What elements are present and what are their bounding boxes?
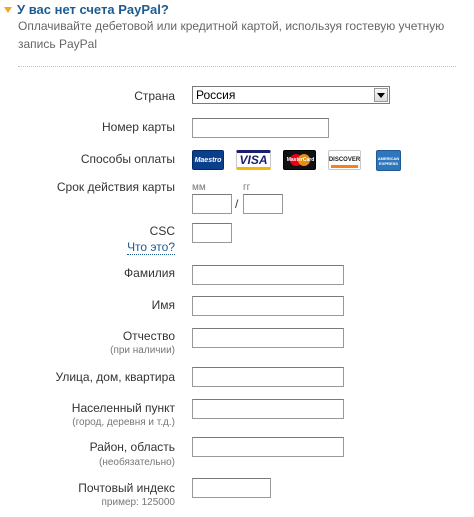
maestro-card-icon: Maestro (192, 150, 224, 170)
triangle-down-icon (4, 6, 12, 13)
month-hint: мм (192, 182, 206, 193)
payment-methods-label: Способы оплаты (80, 152, 175, 166)
expiry-month-input[interactable] (192, 194, 232, 214)
last-name-label: Фамилия (124, 266, 175, 280)
region-input[interactable] (192, 437, 344, 457)
section-description: Оплачивайте дебетовой или кредитной карт… (18, 19, 445, 51)
country-label: Страна (134, 89, 175, 103)
country-value: Россия (196, 88, 236, 102)
postal-code-hint: пример: 125000 (101, 497, 176, 508)
street-input[interactable] (192, 367, 344, 387)
middle-name-input[interactable] (192, 328, 344, 348)
visa-card-icon: VISA (236, 150, 271, 170)
first-name-input[interactable] (192, 296, 344, 316)
csc-help-link[interactable]: Что это? (127, 240, 175, 255)
amex-card-icon: AMERICAN EXPRESS (376, 150, 401, 171)
guest-checkout-header: У вас нет счета PayPal? (4, 0, 169, 18)
postal-code-label: Почтовый индекс (78, 481, 175, 495)
middle-name-hint: (при наличии) (110, 345, 175, 356)
csc-help-wrap: Что это? (127, 240, 175, 255)
street-label: Улица, дом, квартира (55, 370, 175, 384)
city-label: Населенный пункт (71, 401, 175, 415)
dropdown-button[interactable] (374, 88, 388, 102)
section-title: У вас нет счета PayPal? (17, 1, 169, 17)
csc-label: CSC (149, 224, 175, 238)
year-hint: гг (243, 182, 251, 193)
expiry-label: Срок действия карты (56, 180, 175, 194)
postal-code-input[interactable] (192, 478, 271, 498)
card-number-label: Номер карты (102, 120, 175, 134)
discover-stripe (331, 165, 358, 168)
expiry-year-input[interactable] (243, 194, 283, 214)
expiry-separator: / (235, 197, 239, 211)
country-select[interactable]: Россия (192, 86, 390, 104)
city-input[interactable] (192, 399, 344, 419)
city-hint: (город, деревня и т.д.) (72, 417, 175, 428)
chevron-down-icon (377, 92, 385, 98)
region-label: Район, область (89, 440, 175, 454)
divider (18, 66, 456, 67)
middle-name-label: Отчество (122, 329, 175, 343)
last-name-input[interactable] (192, 265, 344, 285)
discover-card-icon: DISCOVER (328, 150, 361, 170)
region-hint: (необязательно) (99, 457, 175, 468)
mastercard-card-icon: MasterCard (283, 150, 316, 170)
card-number-input[interactable] (192, 118, 329, 138)
first-name-label: Имя (151, 298, 175, 312)
csc-input[interactable] (192, 223, 232, 243)
